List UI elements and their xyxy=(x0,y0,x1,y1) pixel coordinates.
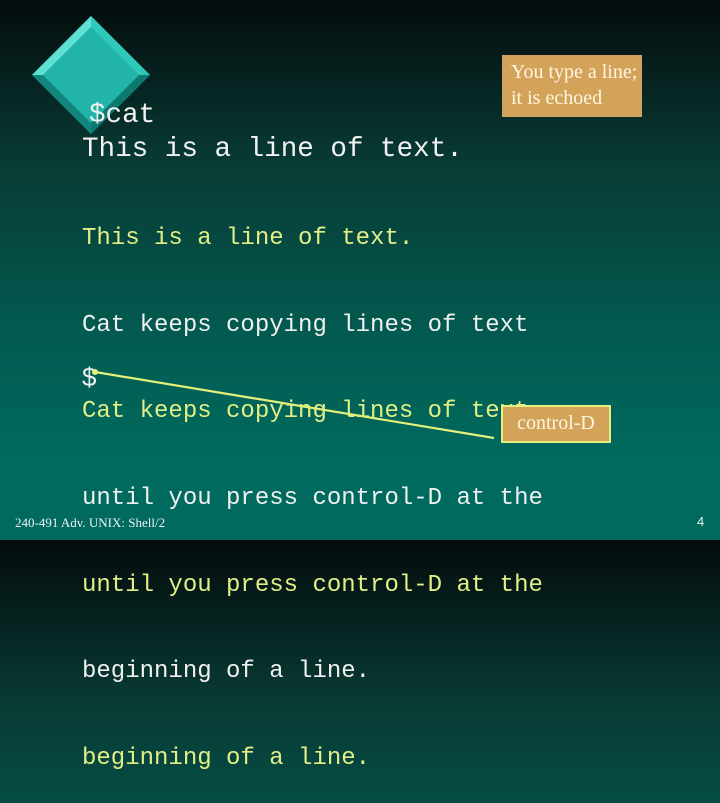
callout-echo-line-1: You type a line; xyxy=(511,61,638,83)
typed-line: beginning of a line. xyxy=(82,658,371,686)
callout-control-d: control-D xyxy=(501,405,611,443)
footer-course-title: 240-491 Adv. UNIX: Shell/2 xyxy=(15,515,166,530)
footer-page-number: 4 xyxy=(697,514,705,529)
connector-line xyxy=(94,370,495,440)
echo-line: beginning of a line. xyxy=(82,745,371,773)
callout-echo-note: You type a line; it is echoed xyxy=(502,55,642,117)
echo-line: until you press control-D at the xyxy=(82,571,543,599)
callout-echo-line-2: it is echoed xyxy=(511,87,603,109)
